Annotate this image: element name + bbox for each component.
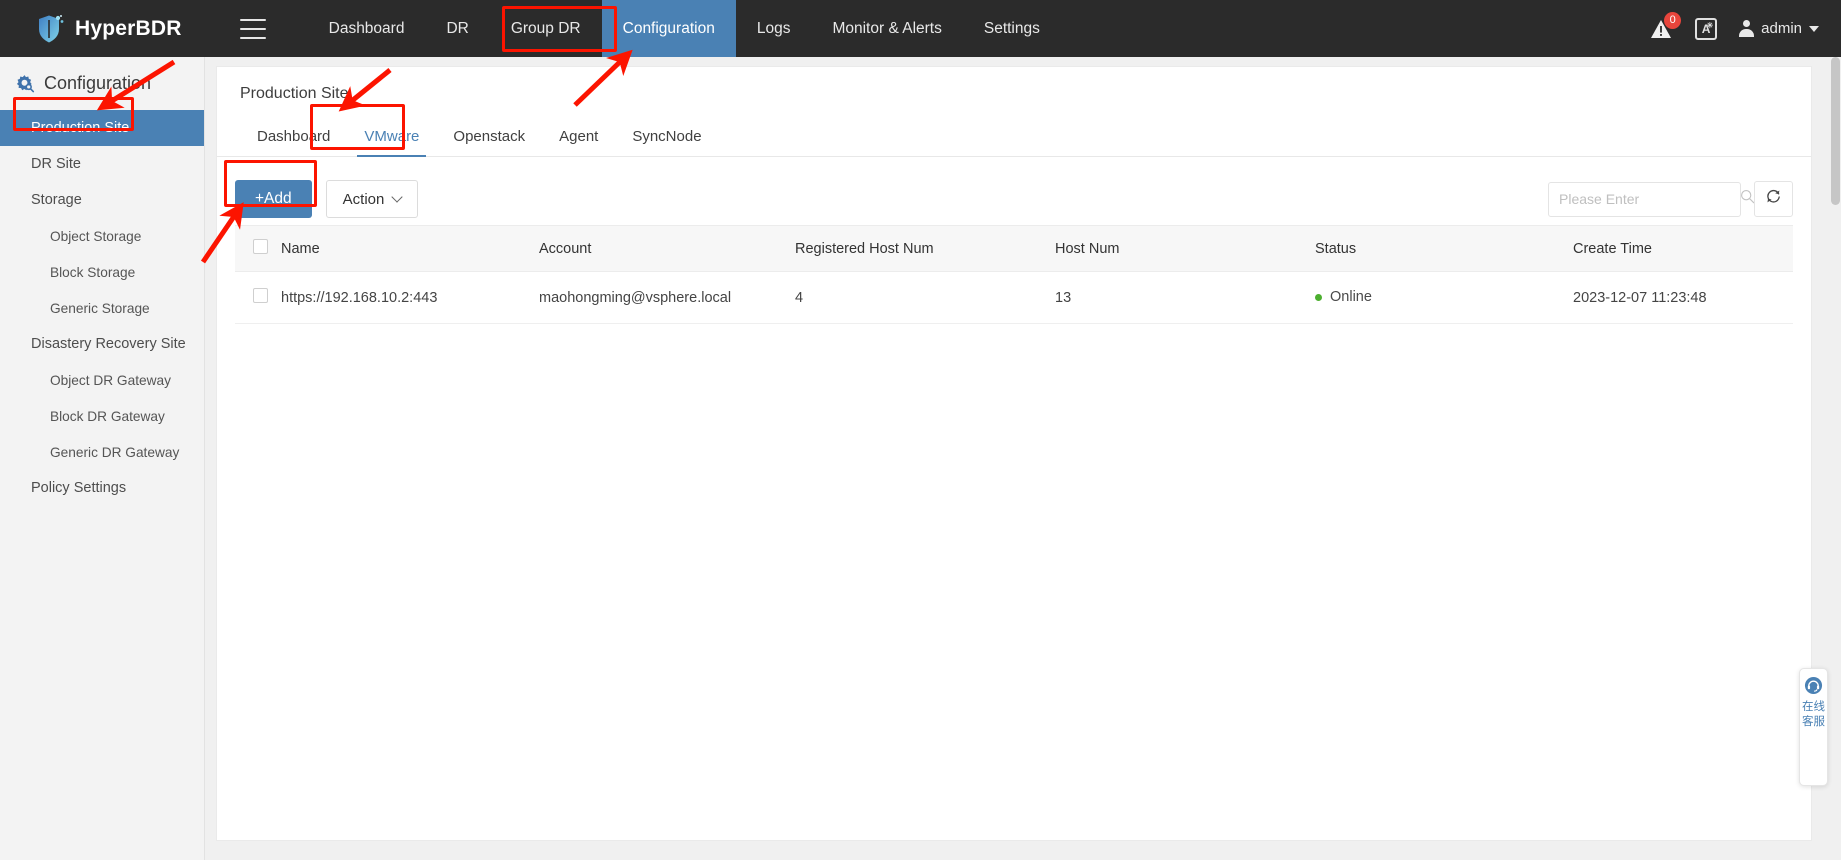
- table-header: Name Account Registered Host Num Host Nu…: [235, 225, 1793, 272]
- nav-item-dashboard[interactable]: Dashboard: [308, 0, 426, 57]
- cell-host-num: 13: [1055, 271, 1315, 324]
- sidebar-menu: Production Site DR Site Storage Object S…: [0, 110, 204, 506]
- cell-name[interactable]: https://192.168.10.2:443: [281, 271, 539, 324]
- app-root: HyperBDR Dashboard DR Group DR Configura…: [0, 0, 1841, 860]
- table-toolbar: +Add Action: [235, 173, 1793, 225]
- sidebar-item-production-site[interactable]: Production Site: [0, 110, 204, 146]
- action-dropdown[interactable]: Action: [325, 180, 419, 218]
- chevron-down-icon: [1809, 25, 1819, 32]
- sidebar-item-object-storage[interactable]: Object Storage: [0, 218, 204, 254]
- row-checkbox[interactable]: [253, 288, 268, 303]
- sidebar-header: Configuration: [0, 57, 204, 108]
- user-menu[interactable]: admin: [1739, 20, 1819, 37]
- search-box[interactable]: [1548, 181, 1755, 217]
- content-tabs: Dashboard VMware Openstack Agent SyncNod…: [217, 117, 1811, 157]
- cell-create-time: 2023-12-07 11:23:48: [1573, 271, 1793, 324]
- status-badge: Online: [1330, 289, 1372, 306]
- translate-icon[interactable]: A ✳: [1695, 17, 1718, 40]
- shield-icon: [36, 14, 64, 44]
- column-header-name[interactable]: Name: [281, 225, 539, 272]
- nav-item-group-dr[interactable]: Group DR: [490, 0, 602, 57]
- sidebar-item-disaster-recovery-site[interactable]: Disastery Recovery Site: [0, 326, 204, 362]
- main-content: Production Site Dashboard VMware Opensta…: [216, 66, 1812, 841]
- table-body: https://192.168.10.2:443 maohongming@vsp…: [235, 271, 1793, 324]
- cell-account: maohongming@vsphere.local: [539, 271, 795, 324]
- nav-item-logs[interactable]: Logs: [736, 0, 812, 57]
- sidebar-item-generic-storage[interactable]: Generic Storage: [0, 290, 204, 326]
- online-service-label: 在线客服: [1802, 701, 1825, 728]
- column-header-status[interactable]: Status: [1315, 225, 1573, 272]
- table-header-row: Name Account Registered Host Num Host Nu…: [235, 225, 1793, 272]
- headset-icon: [1804, 676, 1823, 695]
- sidebar-item-policy-settings[interactable]: Policy Settings: [0, 470, 204, 506]
- nav-item-monitor-alerts[interactable]: Monitor & Alerts: [811, 0, 962, 57]
- hamburger-icon[interactable]: [239, 18, 266, 39]
- top-nav: Dashboard DR Group DR Configuration Logs…: [308, 0, 1061, 57]
- tab-vmware[interactable]: VMware: [347, 128, 436, 157]
- tab-openstack[interactable]: Openstack: [436, 128, 542, 156]
- sidebar-item-storage[interactable]: Storage: [0, 182, 204, 218]
- vmware-table: Name Account Registered Host Num Host Nu…: [235, 225, 1793, 324]
- refresh-icon: [1765, 188, 1782, 210]
- page-scrollbar[interactable]: [1830, 57, 1841, 860]
- chevron-down-icon: [391, 191, 404, 203]
- row-select-cell: [235, 271, 281, 324]
- nav-item-configuration[interactable]: Configuration: [601, 0, 736, 57]
- scrollbar-thumb[interactable]: [1831, 57, 1840, 205]
- search-icon[interactable]: [1740, 189, 1755, 209]
- search-input[interactable]: [1559, 191, 1740, 207]
- nav-item-dr[interactable]: DR: [425, 0, 489, 57]
- sidebar: Configuration Production Site DR Site St…: [0, 57, 205, 860]
- brand-name: HyperBDR: [75, 16, 182, 40]
- user-name: admin: [1761, 20, 1802, 37]
- user-avatar-icon: [1739, 20, 1755, 37]
- nav-item-settings[interactable]: Settings: [963, 0, 1061, 57]
- breadcrumb: Production Site: [240, 85, 349, 102]
- refresh-button[interactable]: [1754, 181, 1793, 217]
- cell-status: Online: [1315, 271, 1573, 324]
- tab-dashboard[interactable]: Dashboard: [240, 128, 347, 156]
- toolbar-right: [1548, 181, 1793, 217]
- column-header-host-num[interactable]: Host Num: [1055, 225, 1315, 272]
- cell-registered-host-num: 4: [795, 271, 1055, 324]
- header-right-actions: 0 A ✳ admin: [1649, 0, 1819, 57]
- table-row[interactable]: https://192.168.10.2:443 maohongming@vsp…: [235, 271, 1793, 324]
- sidebar-item-generic-dr-gateway[interactable]: Generic DR Gateway: [0, 434, 204, 470]
- brand[interactable]: HyperBDR: [36, 14, 182, 44]
- sidebar-item-block-storage[interactable]: Block Storage: [0, 254, 204, 290]
- action-dropdown-label: Action: [342, 190, 385, 208]
- gear-icon: [14, 73, 35, 94]
- top-header: HyperBDR Dashboard DR Group DR Configura…: [0, 0, 1841, 57]
- sidebar-title: Configuration: [44, 73, 152, 93]
- vmware-panel: +Add Action Please Enter Name Account Re…: [235, 173, 1793, 324]
- online-service-widget[interactable]: 在线客服: [1799, 668, 1828, 786]
- sidebar-item-object-dr-gateway[interactable]: Object DR Gateway: [0, 362, 204, 398]
- add-button[interactable]: +Add: [235, 180, 312, 218]
- select-all-cell: [235, 225, 281, 272]
- column-header-registered-host-num[interactable]: Registered Host Num: [795, 225, 1055, 272]
- tab-syncnode[interactable]: SyncNode: [615, 128, 718, 156]
- status-dot-icon: [1315, 294, 1322, 302]
- warning-triangle-icon[interactable]: 0: [1649, 11, 1682, 41]
- select-all-checkbox[interactable]: [253, 239, 268, 254]
- sidebar-item-block-dr-gateway[interactable]: Block DR Gateway: [0, 398, 204, 434]
- column-header-create-time[interactable]: Create Time: [1573, 225, 1793, 272]
- sidebar-item-dr-site[interactable]: DR Site: [0, 146, 204, 182]
- alert-count-badge: 0: [1664, 11, 1682, 29]
- column-header-account[interactable]: Account: [539, 225, 795, 272]
- tab-agent[interactable]: Agent: [542, 128, 615, 156]
